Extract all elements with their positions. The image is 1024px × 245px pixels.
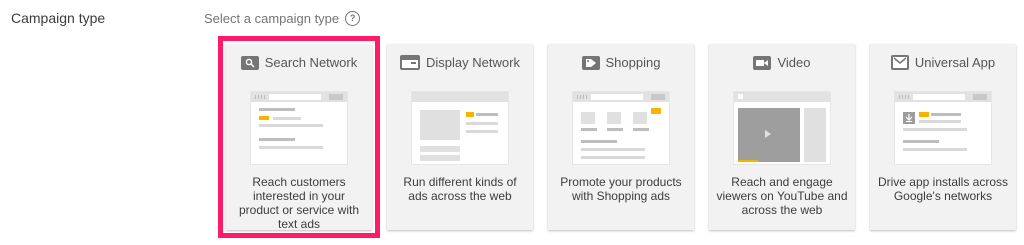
card-title: Shopping (605, 55, 661, 70)
card-description: Promote your products with Shopping ads (560, 175, 682, 203)
shopping-illustration (573, 92, 669, 164)
campaign-type-label: Campaign type (11, 10, 106, 26)
card-description: Run different kinds of ads across the we… (403, 175, 517, 203)
campaign-type-prompt: Select a campaign type ? (204, 11, 361, 26)
card-shopping[interactable]: Shopping Promote your products with Shop… (548, 44, 694, 230)
app-icon (890, 55, 909, 70)
card-description: Reach and engage viewers on YouTube and … (716, 175, 848, 217)
search-icon (240, 55, 259, 70)
card-video[interactable]: Video Reach and engage viewers on YouTub… (709, 44, 855, 230)
app-illustration (895, 92, 991, 164)
card-title: Video (777, 55, 811, 70)
video-illustration (734, 92, 830, 164)
video-icon (753, 55, 772, 70)
help-icon[interactable]: ? (345, 11, 361, 26)
search-illustration (251, 92, 347, 164)
display-icon (400, 55, 421, 70)
card-universal-app[interactable]: Universal App Drive app installs across … (870, 44, 1016, 230)
tag-icon (581, 55, 600, 70)
card-description: Reach customers interested in your produ… (238, 175, 360, 231)
display-illustration (412, 92, 508, 164)
prompt-text: Select a campaign type (204, 11, 340, 26)
card-display-network[interactable]: Display Network Run different kinds of a… (387, 44, 533, 230)
card-search-network[interactable]: Search Network Reach customers intereste… (218, 36, 380, 238)
card-title: Display Network (426, 55, 520, 70)
card-title: Search Network (264, 55, 358, 70)
card-title: Universal App (914, 55, 996, 70)
card-description: Drive app installs across Google's netwo… (877, 175, 1009, 203)
